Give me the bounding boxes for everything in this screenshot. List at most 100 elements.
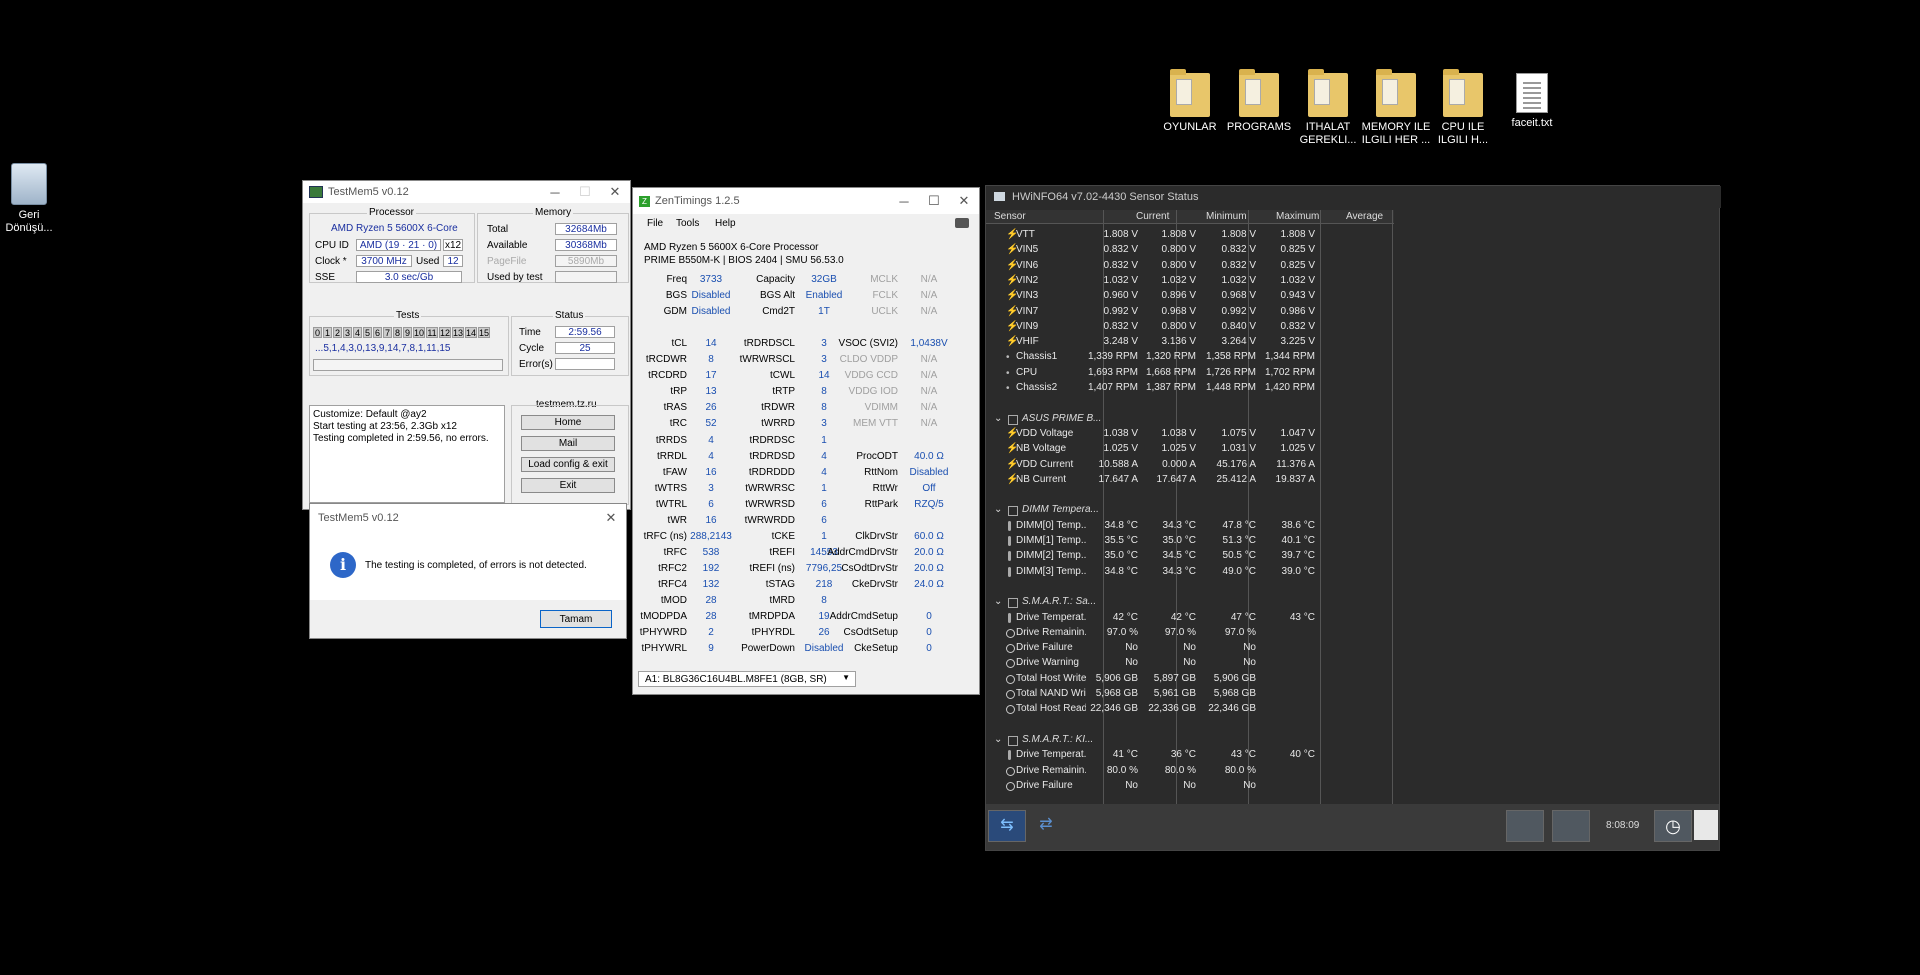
sensor-row[interactable]: ⚡ VIN6 0.832 V 0.800 V 0.832 V 0.825 V: [986, 259, 1316, 274]
menu-help[interactable]: Help: [715, 218, 736, 229]
recycle-bin-icon[interactable]: Geri Dönüşü...: [0, 163, 58, 235]
report-icon[interactable]: [1694, 810, 1718, 840]
sensor-row[interactable]: ⚡ NB Current 17.647 A 17.647 A 25.412 A 19.83…: [986, 473, 1316, 488]
chevron-down-icon[interactable]: ⌄: [994, 596, 1002, 607]
timing-label: tWRWRSCL: [739, 354, 795, 366]
close-button[interactable]: ✕: [949, 193, 979, 209]
sensor-row[interactable]: Total Host Reads 22,346 GB 22,336 GB 22,346…: [986, 702, 1316, 717]
maximize-button[interactable]: ☐: [919, 193, 949, 209]
sensor-row[interactable]: • Chassis1 1,339 RPM 1,320 RPM 1,358 RPM 1,34…: [986, 350, 1316, 365]
sensor-row[interactable]: DIMM[1] Temp... 35.5 °C 35.0 °C 51.3 °C 40.1…: [986, 534, 1316, 549]
sensor-row[interactable]: Drive Remainin... 97.0 % 97.0 % 97.0 %: [986, 626, 1316, 641]
desktop-folder-icon[interactable]: CPU ILE ILGILI H...: [1428, 69, 1498, 147]
chevron-down-icon[interactable]: ⌄: [994, 413, 1002, 424]
sensor-group-row[interactable]: ⌄ S.M.A.R.T.: KI...: [986, 733, 1316, 748]
hwinfo-toolbar: ⇆ ⇄ 8:08:09 ◷: [986, 804, 1719, 850]
sensor-row[interactable]: ⚡ VTT 1.808 V 1.808 V 1.808 V 1.808 V: [986, 228, 1316, 243]
sensor-row[interactable]: Total NAND Wri... 5,968 GB 5,961 GB 5,968 G…: [986, 687, 1316, 702]
test-cell: 3: [343, 327, 352, 338]
sensor-row[interactable]: ⚡ VIN5 0.832 V 0.800 V 0.832 V 0.825 V: [986, 243, 1316, 258]
sensor-name: Drive Failure: [1016, 642, 1073, 654]
desktop-icon-label: PROGRAMS: [1226, 121, 1292, 133]
log-box[interactable]: Customize: Default @ay2 Start testing at…: [309, 405, 505, 503]
exit-button[interactable]: Exit: [521, 478, 615, 493]
sensor-minimum: 34.5 °C: [1162, 550, 1196, 562]
hwinfo-titlebar[interactable]: HWiNFO64 v7.02-4430 Sensor Status: [986, 186, 1721, 208]
desktop-folder-icon[interactable]: ITHALAT GEREKLI...: [1293, 69, 1363, 147]
timing-label: RttNom: [864, 466, 898, 478]
sensor-row[interactable]: Total Host Writes 5,906 GB 5,897 GB 5,906 G…: [986, 672, 1316, 687]
chevron-down-icon[interactable]: ⌄: [994, 504, 1002, 515]
col-sensor[interactable]: Sensor: [994, 211, 1026, 222]
sensor-minimum: 5,897 GB: [1153, 672, 1196, 684]
dialog-titlebar[interactable]: TestMem5 v0.12 ✕: [310, 504, 626, 532]
home-button[interactable]: Home: [521, 415, 615, 430]
menu-file[interactable]: File: [647, 218, 663, 229]
sensor-row[interactable]: ⚡ VHIF 3.248 V 3.136 V 3.264 V 3.225 V: [986, 335, 1316, 350]
sensor-row[interactable]: Drive Remainin... 80.0 % 80.0 % 80.0 %: [986, 764, 1316, 779]
menu-tools[interactable]: Tools: [676, 218, 699, 229]
minimize-button[interactable]: ─: [540, 185, 570, 200]
screenshot-icon[interactable]: [955, 218, 969, 228]
network-icon[interactable]: [1552, 810, 1590, 842]
sensor-row[interactable]: ⚡ VDD Voltage 1.038 V 1.038 V 1.075 V 1.047 V: [986, 427, 1316, 442]
sensor-row[interactable]: Drive Failure No No No: [986, 779, 1316, 794]
sensor-row[interactable]: DIMM[2] Temp... 35.0 °C 34.5 °C 50.5 °C 39.7…: [986, 549, 1316, 564]
minimize-button[interactable]: ─: [889, 194, 919, 209]
module-select[interactable]: A1: BL8G36C16U4BL.M8FE1 (8GB, SR) ▼: [638, 671, 856, 687]
sensor-row[interactable]: ⚡ VIN7 0.992 V 0.968 V 0.992 V 0.986 V: [986, 305, 1316, 320]
timing-value: RZQ/5: [914, 498, 944, 510]
clock-icon[interactable]: ◷: [1654, 810, 1692, 842]
sensor-row[interactable]: ⚡ VIN2 1.032 V 1.032 V 1.032 V 1.032 V: [986, 274, 1316, 289]
desktop-file-icon[interactable]: faceit.txt: [1497, 73, 1567, 130]
sensor-row[interactable]: ⚡ NB Voltage 1.025 V 1.025 V 1.031 V 1.025 V: [986, 442, 1316, 457]
clock-field: 3700 MHz: [356, 255, 412, 267]
sensor-row[interactable]: ⚡ VIN9 0.832 V 0.800 V 0.840 V 0.832 V: [986, 320, 1316, 335]
desktop-folder-icon[interactable]: MEMORY ILE ILGILI HER ...: [1361, 69, 1431, 147]
text-file-icon: [1516, 73, 1548, 113]
sensor-group-row[interactable]: ⌄ ASUS PRIME B...: [986, 412, 1316, 427]
sensor-row[interactable]: DIMM[0] Temp... 34.8 °C 34.3 °C 47.8 °C 38.6…: [986, 519, 1316, 534]
sensor-group-row[interactable]: ⌄ S.M.A.R.T.: Sa...: [986, 595, 1316, 610]
sensor-row[interactable]: • Chassis2 1,407 RPM 1,387 RPM 1,448 RPM 1,42…: [986, 381, 1316, 396]
sensor-name: Drive Temperat...: [1016, 749, 1086, 761]
sensor-row[interactable]: • CPU 1,693 RPM 1,668 RPM 1,726 RPM 1,702 RPM: [986, 366, 1316, 381]
sensor-group-row[interactable]: ⌄ DIMM Tempera...: [986, 503, 1316, 518]
sensor-row[interactable]: Drive Warning No No No: [986, 656, 1316, 671]
monitor-icon[interactable]: [1506, 810, 1544, 842]
arrows-left-right-icon[interactable]: ⇆: [988, 810, 1026, 842]
sensor-row[interactable]: ⚡ VDD Current 10.588 A 0.000 A 45.176 A 11.37…: [986, 458, 1316, 473]
sensor-current: 5,906 GB: [1095, 672, 1138, 684]
col-minimum[interactable]: Minimum: [1206, 211, 1247, 222]
hwinfo-sensor-list[interactable]: ⚡ VTT 1.808 V 1.808 V 1.808 V 1.808 V ⚡ VIN5 0.8…: [986, 228, 1394, 801]
maximize-button[interactable]: ☐: [570, 184, 600, 200]
timing-label: tREFI (ns): [749, 562, 795, 574]
timing-label: tPHYWRD: [639, 627, 687, 639]
dialog-ok-button[interactable]: Tamam: [540, 610, 612, 628]
desktop-folder-icon[interactable]: PROGRAMS: [1224, 69, 1294, 134]
timing-label: CsOdtDrvStr: [841, 562, 898, 574]
sensor-minimum: 0.800 V: [1161, 320, 1196, 332]
load-config-button[interactable]: Load config & exit: [521, 457, 615, 472]
sensor-row[interactable]: Drive Temperat... 42 °C 42 °C 47 °C 43 °C: [986, 611, 1316, 626]
timing-value: N/A: [920, 306, 938, 318]
sensor-row[interactable]: DIMM[3] Temp... 34.8 °C 34.3 °C 49.0 °C 39.0…: [986, 565, 1316, 580]
mail-button[interactable]: Mail: [521, 436, 615, 451]
sensor-row[interactable]: Drive Temperat... 41 °C 36 °C 43 °C 40 °C: [986, 748, 1316, 763]
desktop-folder-icon[interactable]: OYUNLAR: [1155, 69, 1225, 134]
zen-titlebar[interactable]: Z ZenTimings 1.2.5 ─ ☐ ✕: [633, 188, 979, 214]
timing-label: tWRWRSC: [745, 482, 795, 494]
testmem-titlebar[interactable]: TestMem5 v0.12 ─ ☐ ✕: [303, 181, 630, 203]
dialog-close-button[interactable]: ✕: [596, 510, 626, 526]
chevron-down-icon[interactable]: ⌄: [994, 734, 1002, 745]
test-cell: 5: [363, 327, 372, 338]
col-maximum[interactable]: Maximum: [1276, 211, 1319, 222]
processor-group-title: Processor: [367, 207, 417, 218]
errors-field: [555, 358, 615, 370]
sensor-row[interactable]: ⚡ VIN3 0.960 V 0.896 V 0.968 V 0.943 V: [986, 289, 1316, 304]
col-current[interactable]: Current: [1136, 211, 1169, 222]
close-button[interactable]: ✕: [600, 184, 630, 200]
collapse-arrows-icon[interactable]: ⇄: [1028, 810, 1064, 840]
col-average[interactable]: Average: [1346, 211, 1383, 222]
sensor-row[interactable]: Drive Failure No No No: [986, 641, 1316, 656]
